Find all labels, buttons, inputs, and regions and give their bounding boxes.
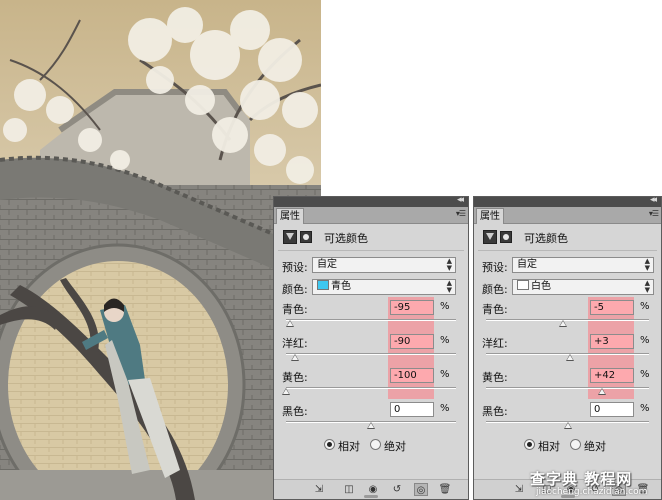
percent-sign: % xyxy=(640,335,650,346)
trash-icon[interactable]: 🗑 xyxy=(438,483,452,496)
reset-icon[interactable]: ↺ xyxy=(390,483,404,496)
select-arrows-icon: ▲ ▼ xyxy=(446,279,452,294)
colors-select[interactable]: 白色 ▲ ▼ xyxy=(512,279,654,295)
view-previous-icon[interactable]: ◫ xyxy=(342,483,356,496)
slider-thumb[interactable] xyxy=(597,388,606,395)
layer-mask-icon[interactable] xyxy=(300,231,312,243)
relative-radio[interactable] xyxy=(324,439,335,450)
preset-select[interactable]: 自定 ▲ ▼ xyxy=(512,257,654,273)
adjustment-title: 可选颜色 xyxy=(324,232,368,245)
preset-value: 自定 xyxy=(517,259,537,270)
slider-track[interactable] xyxy=(486,319,649,321)
relative-label: 相对 xyxy=(538,440,560,453)
preset-label: 预设: xyxy=(482,261,508,274)
absolute-radio[interactable] xyxy=(570,439,581,450)
select-arrows-icon: ▲ ▼ xyxy=(446,257,452,272)
slider-value-field[interactable]: -100 xyxy=(390,368,434,383)
colors-label: 颜色: xyxy=(282,283,308,296)
percent-sign: % xyxy=(640,369,650,380)
adjustment-title: 可选颜色 xyxy=(524,232,568,245)
percent-sign: % xyxy=(440,403,450,414)
slider-thumb[interactable] xyxy=(559,320,568,327)
color-swatch xyxy=(317,280,329,290)
adjustment-header: 可选颜色 xyxy=(274,226,468,248)
clip-to-layer-icon[interactable]: ⇲ xyxy=(312,483,326,496)
slider-label: 黄色: xyxy=(482,371,508,384)
divider xyxy=(278,250,464,251)
slider-track[interactable] xyxy=(286,387,456,389)
absolute-radio[interactable] xyxy=(370,439,381,450)
colors-select[interactable]: 青色 ▲ ▼ xyxy=(312,279,456,295)
slider-value-field[interactable]: 0 xyxy=(590,402,634,417)
percent-sign: % xyxy=(440,335,450,346)
slider-thumb[interactable] xyxy=(286,320,295,327)
select-arrows-icon: ▲ ▼ xyxy=(644,279,650,294)
toggle-visibility-icon[interactable]: ◎ xyxy=(414,483,428,496)
divider xyxy=(478,250,657,251)
color-swatch xyxy=(517,280,529,290)
double-chevron-icon[interactable]: ◂◂ xyxy=(457,197,464,205)
slider-label: 黑色: xyxy=(482,405,508,418)
absolute-label: 绝对 xyxy=(584,440,606,453)
slider-label: 青色: xyxy=(282,303,308,316)
colors-label: 颜色: xyxy=(482,283,508,296)
panel-tab-row: 属性 ▾☰ xyxy=(474,207,661,224)
double-chevron-icon[interactable]: ◂◂ xyxy=(650,197,657,205)
preset-label: 预设: xyxy=(282,261,308,274)
slider-thumb[interactable] xyxy=(290,354,299,361)
slider-label: 洋红: xyxy=(482,337,508,350)
site-watermark: 查字典 教程网 jiaocheng.chazidian.com xyxy=(530,468,662,500)
slider-thumb[interactable] xyxy=(565,354,574,361)
slider-label: 黑色: xyxy=(282,405,308,418)
watermark-url: jiaocheng.chazidian.com xyxy=(536,487,648,497)
slider-thumb[interactable] xyxy=(282,388,290,395)
relative-radio[interactable] xyxy=(524,439,535,450)
selective-color-icon xyxy=(483,230,497,244)
tab-properties[interactable]: 属性 xyxy=(276,208,304,224)
preset-select[interactable]: 自定 ▲ ▼ xyxy=(312,257,456,273)
slider-track[interactable] xyxy=(286,319,456,321)
panel-title-bar: ◂◂ xyxy=(274,197,468,207)
panel-tab-row: 属性 ▾☰ xyxy=(274,207,468,224)
slider-label: 洋红: xyxy=(282,337,308,350)
properties-panel-cyan: ◂◂ 属性 ▾☰ 可选颜色 预设: 自定 ▲ ▼ 颜色: 青色 ▲ ▼ 相对 绝对 … xyxy=(273,196,469,500)
panel-bottom-toolbar: ⇲ ◫ ◉ ↺ ◎ 🗑 xyxy=(274,479,468,499)
slider-value-field[interactable]: -90 xyxy=(390,334,434,349)
slider-value-field[interactable]: -5 xyxy=(590,300,634,315)
panel-menu-icon[interactable]: ▾☰ xyxy=(649,209,659,218)
slider-track[interactable] xyxy=(286,353,456,355)
resize-handle[interactable] xyxy=(364,495,378,498)
layer-mask-icon[interactable] xyxy=(500,231,512,243)
slider-value-field[interactable]: 0 xyxy=(390,402,434,417)
relative-label: 相对 xyxy=(338,440,360,453)
properties-panel-white: ◂◂ 属性 ▾☰ 可选颜色 预设: 自定 ▲ ▼ 颜色: 白色 ▲ ▼ 相对 绝对 … xyxy=(473,196,662,500)
adjustment-header: 可选颜色 xyxy=(474,226,661,248)
percent-sign: % xyxy=(640,301,650,312)
slider-value-field[interactable]: -95 xyxy=(390,300,434,315)
preset-value: 自定 xyxy=(317,259,337,270)
colors-value: 青色 xyxy=(331,281,351,292)
slider-thumb[interactable] xyxy=(367,422,375,429)
slider-label: 黄色: xyxy=(282,371,308,384)
percent-sign: % xyxy=(440,301,450,312)
slider-track[interactable] xyxy=(486,387,649,389)
slider-thumb[interactable] xyxy=(563,422,572,429)
slider-label: 青色: xyxy=(482,303,508,316)
panel-title-bar: ◂◂ xyxy=(474,197,661,207)
percent-sign: % xyxy=(640,403,650,414)
absolute-label: 绝对 xyxy=(384,440,406,453)
tab-properties[interactable]: 属性 xyxy=(476,208,504,224)
selective-color-icon xyxy=(283,230,297,244)
clip-to-layer-icon[interactable]: ⇲ xyxy=(512,483,526,496)
percent-sign: % xyxy=(440,369,450,380)
slider-value-field[interactable]: +3 xyxy=(590,334,634,349)
slider-value-field[interactable]: +42 xyxy=(590,368,634,383)
watermark-title: 查字典 教程网 xyxy=(530,470,633,488)
panel-menu-icon[interactable]: ▾☰ xyxy=(456,209,466,218)
select-arrows-icon: ▲ ▼ xyxy=(644,257,650,272)
colors-value: 白色 xyxy=(531,281,551,292)
